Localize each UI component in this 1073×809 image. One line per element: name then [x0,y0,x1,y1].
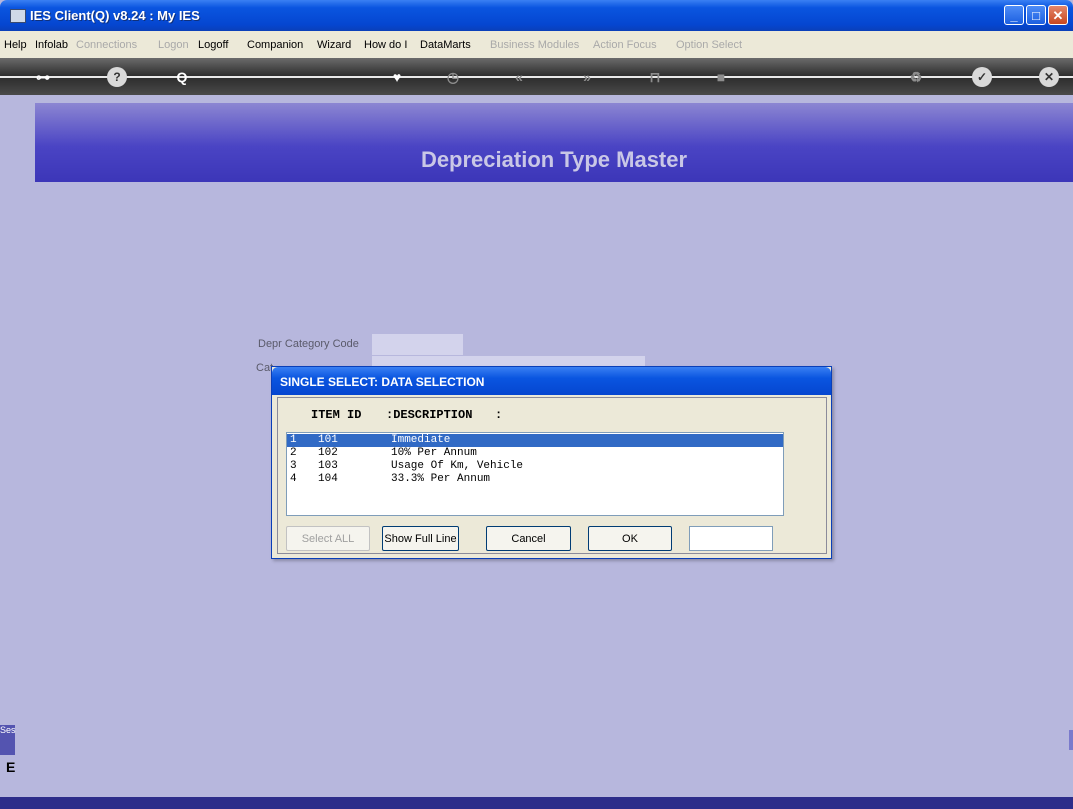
stop-icon[interactable]: ■ [710,66,732,88]
menu-action-focus: Action Focus [593,39,657,51]
scrollbar[interactable] [1069,730,1073,750]
menu-how-do-i[interactable]: How do I [364,39,407,51]
menu-wizard[interactable]: Wizard [317,39,351,51]
toolbar: ⊶ ? Q ♥ ◷ « » ⊓ ■ ♻ ✓ ✕ [0,58,1073,95]
menu-business-modules: Business Modules [490,39,580,51]
clock-icon[interactable]: ◷ [442,66,464,88]
recycle-icon[interactable]: ♻ [905,66,927,88]
depr-category-code-field[interactable] [372,334,463,355]
ok-button[interactable]: OK [588,526,672,551]
row-number: 1 [290,434,297,446]
row-description: Usage Of Km, Vehicle [391,460,524,472]
key-icon[interactable]: ⊶ [32,66,54,88]
session-tab[interactable]: Ses [0,725,16,755]
menu-help[interactable]: Help [4,39,27,51]
session-tab-label: Ses [0,725,16,735]
menu-datamarts[interactable]: DataMarts [420,39,471,51]
show-full-line-button[interactable]: Show Full Line [382,526,459,551]
status-bar [0,797,1073,809]
heart-icon[interactable]: ♥ [386,66,408,88]
row-item-id: 101 [318,434,338,446]
back-icon[interactable]: « [508,66,530,88]
page-header: Depreciation Type Master [35,103,1073,182]
minimize-button[interactable]: _ [1004,5,1024,25]
maximize-button[interactable]: □ [1026,5,1046,25]
cancel-icon[interactable]: ✕ [1039,67,1059,87]
row-number: 3 [290,460,297,472]
dialog-title: SINGLE SELECT: DATA SELECTION [280,375,485,389]
menu-option-select: Option Select [676,39,743,51]
check-icon[interactable]: ✓ [972,67,992,87]
row-item-id: 102 [318,447,338,459]
cancel-button[interactable]: Cancel [486,526,571,551]
row-number: 4 [290,473,297,485]
list-item[interactable]: 4 104 33.3% Per Annum [287,473,783,486]
menu-connections: Connections [76,39,138,51]
menu-companion[interactable]: Companion [247,39,303,51]
menu-infolab[interactable]: Infolab [35,39,68,51]
list-item[interactable]: 1 101 Immediate [287,434,783,447]
menu-logoff[interactable]: Logoff [198,39,228,51]
list-item[interactable]: 2 102 10% Per Annum [287,447,783,460]
window-title: IES Client(Q) v8.24 : My IES [30,8,200,23]
help-icon[interactable]: ? [107,67,127,87]
selection-list[interactable]: 1 101 Immediate 2 102 10% Per Annum 3 10… [286,432,784,516]
row-number: 2 [290,447,297,459]
search-input[interactable] [689,526,773,551]
app-icon [10,9,26,23]
session-panel[interactable]: Ses E [0,725,16,797]
row-item-id: 104 [318,473,338,485]
depr-category-code-label: Depr Category Code [258,338,359,350]
dialog-title-bar[interactable]: SINGLE SELECT: DATA SELECTION [272,367,831,395]
column-header-description: :DESCRIPTION [386,408,473,422]
row-description: 10% Per Annum [391,447,477,459]
column-header-extra: : [495,408,503,422]
column-header-item-id: ITEM ID [311,408,362,422]
menu-bar: Help Infolab Connections Logon Logoff Co… [0,31,1073,59]
list-item[interactable]: 3 103 Usage Of Km, Vehicle [287,460,783,473]
title-bar[interactable]: IES Client(Q) v8.24 : My IES _ □ ✕ [0,0,1073,31]
category-description-field[interactable] [372,356,645,366]
close-button[interactable]: ✕ [1048,5,1068,25]
trash-icon[interactable]: ⊓ [644,66,666,88]
page-title: Depreciation Type Master [420,147,688,172]
dialog-body: ITEM ID :DESCRIPTION : 1 101 Immediate 2… [277,397,827,554]
row-item-id: 103 [318,460,338,472]
menu-logon: Logon [158,39,189,51]
forward-icon[interactable]: » [576,66,598,88]
session-value: E [6,759,16,775]
row-description: Immediate [391,434,451,446]
search-icon[interactable]: Q [171,66,193,88]
single-select-dialog: SINGLE SELECT: DATA SELECTION ITEM ID :D… [271,366,832,559]
select-all-button: Select ALL [286,526,370,551]
row-description: 33.3% Per Annum [391,473,491,485]
